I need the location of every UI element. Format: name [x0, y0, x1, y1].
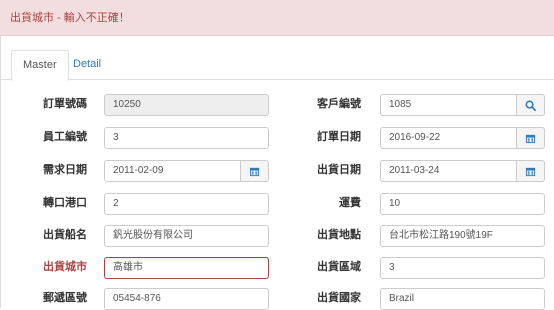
- required-date-field[interactable]: 2011-02-09: [104, 160, 241, 182]
- ship-via-label: 轉口港口: [43, 197, 87, 209]
- postal-code-label: 郵遞區號: [43, 292, 87, 304]
- freight-field[interactable]: 10: [380, 193, 545, 215]
- calendar-icon: [525, 134, 536, 143]
- employee-id-label: 員工編號: [43, 131, 87, 143]
- search-icon: [525, 100, 536, 111]
- ship-region-field[interactable]: 3: [380, 257, 545, 279]
- customer-id-label: 客戶編號: [317, 98, 361, 110]
- required-date-label: 需求日期: [43, 164, 87, 176]
- tab-detail[interactable]: Detail: [62, 50, 112, 80]
- customer-search-button[interactable]: [517, 94, 545, 116]
- ship-name-label: 出貨船名: [43, 229, 87, 241]
- ship-country-label: 出貨國家: [317, 292, 361, 304]
- order-id-label: 訂單號碼: [43, 98, 87, 110]
- postal-code-field[interactable]: 05454-876: [104, 288, 269, 310]
- tab-bar: Master Detail: [1, 50, 554, 81]
- shipped-date-field[interactable]: 2011-03-24: [380, 160, 517, 182]
- error-message: 出貨城市 - 輸入不正確！: [10, 12, 130, 24]
- ship-region-label: 出貨區域: [317, 261, 361, 273]
- ship-address-label: 出貨地點: [317, 229, 361, 241]
- tab-master[interactable]: Master: [11, 50, 69, 81]
- employee-id-field[interactable]: 3: [104, 127, 269, 149]
- ship-via-field[interactable]: 2: [104, 193, 269, 215]
- form-panel: Master Detail 訂單號碼 10250 客戶編號 1085 員工編號 …: [0, 36, 554, 310]
- shipped-date-label: 出貨日期: [317, 164, 361, 176]
- error-alert: 出貨城市 - 輸入不正確！: [0, 0, 554, 36]
- calendar-icon: [249, 167, 260, 176]
- calendar-icon: [525, 167, 536, 176]
- order-date-field[interactable]: 2016-09-22: [380, 127, 517, 149]
- order-date-label: 訂單日期: [317, 131, 361, 143]
- order-id-field[interactable]: 10250: [104, 94, 269, 116]
- ship-city-field[interactable]: 高雄市: [104, 257, 269, 279]
- order-date-picker-button[interactable]: [517, 127, 545, 149]
- ship-city-label: 出貨城市: [43, 261, 87, 273]
- ship-address-field[interactable]: 台北市松江路190號19F: [380, 225, 545, 247]
- customer-id-field[interactable]: 1085: [380, 94, 517, 116]
- freight-label: 運費: [339, 197, 361, 209]
- shipped-date-picker-button[interactable]: [517, 160, 545, 182]
- ship-country-field[interactable]: Brazil: [380, 288, 545, 310]
- required-date-picker-button[interactable]: [241, 160, 269, 182]
- ship-name-field[interactable]: 釩光股份有限公司: [104, 225, 269, 247]
